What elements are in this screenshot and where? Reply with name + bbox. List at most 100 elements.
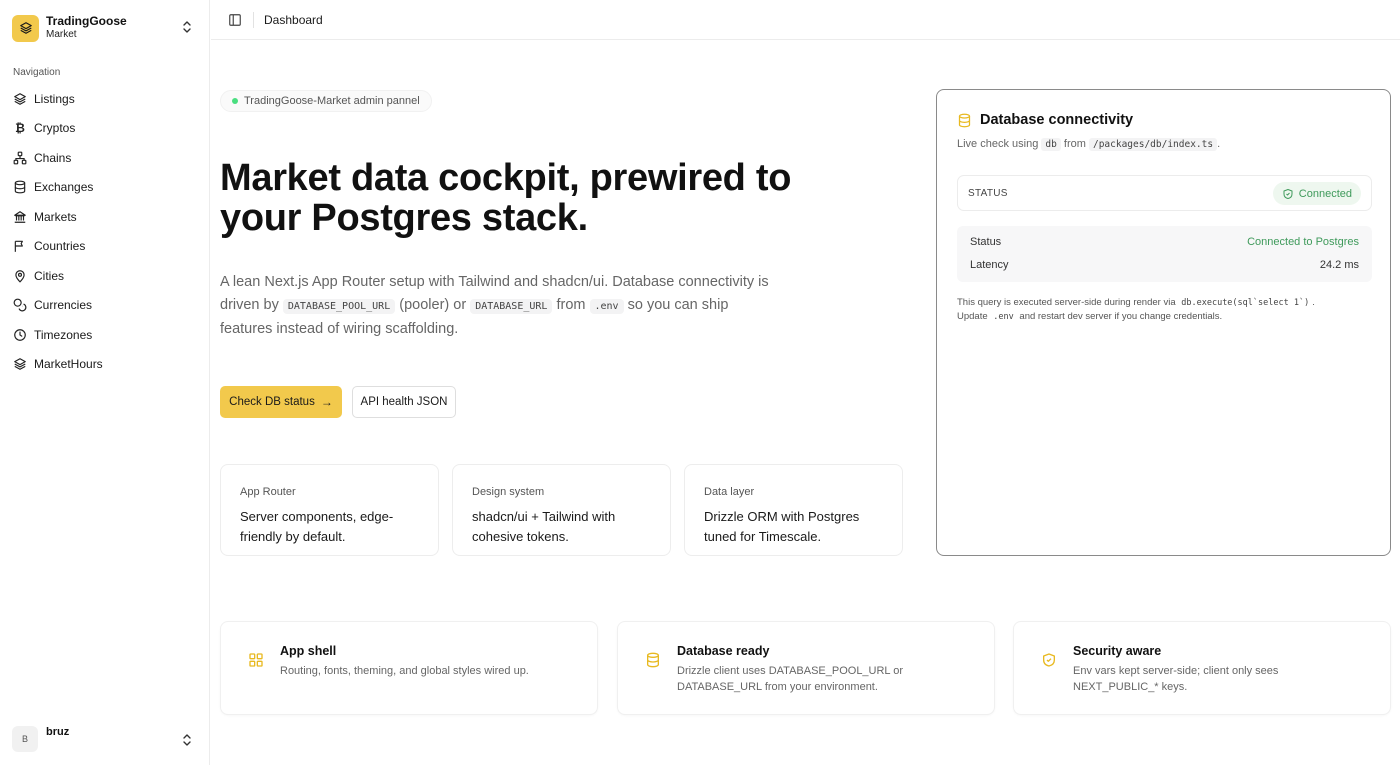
feature-text: Drizzle ORM with Postgres tuned for Time… [704,509,860,544]
user-name: bruz [46,726,70,738]
sidebar-item-markethours[interactable]: MarketHours [8,350,202,380]
info-value: 24.2 ms [1319,259,1359,271]
info-row: Latency 24.2 ms [970,259,1359,271]
sidebar: TradingGoose Market Navigation Listings … [0,0,210,765]
shield-check-icon [1043,653,1055,667]
db-card-title: Database connectivity [980,112,1134,128]
feature-card: Data layer Drizzle ORM with Postgres tun… [684,464,903,556]
feature-label: App Router [240,486,296,498]
grid-icon [249,653,263,667]
card-description: Routing, fonts, theming, and global styl… [280,665,529,677]
org-name: TradingGoose [46,14,127,28]
hero-desc-text: from [552,297,590,313]
db-card-subtitle: Live check using db from /packages/db/in… [957,138,1221,151]
code-database-pool-url: DATABASE_POOL_URL [282,299,396,314]
database-icon [958,113,971,127]
sidebar-item-currencies[interactable]: Currencies [8,291,202,321]
avatar: B [12,726,38,752]
sidebar-item-label: Currencies [34,298,93,313]
page-title: Market data cockpit, prewired to your Po… [220,157,792,239]
code-db-execute: db.execute(sql`select 1`) [1181,298,1310,308]
info-key: Latency [970,259,1009,271]
card-title: Security aware [1073,644,1162,658]
db-note-text: . [1312,297,1315,308]
sidebar-item-cities[interactable]: Cities [8,261,202,291]
sidebar-item-label: Countries [34,239,86,254]
db-note-text: and restart dev server if you change cre… [1016,311,1223,322]
feature-label: Data layer [704,486,755,498]
sidebar-item-label: Markets [34,209,77,224]
code-database-url: DATABASE_URL [470,299,553,314]
status-info-box: Status Connected to Postgres Latency 24.… [957,226,1372,282]
sidebar-item-label: Exchanges [34,180,94,195]
db-note: This query is executed server-side durin… [957,296,1377,324]
sidebar-item-exchanges[interactable]: Exchanges [8,173,202,203]
sidebar-item-cryptos[interactable]: ₿ Cryptos [8,114,202,144]
database-icon [13,180,27,194]
sidebar-item-label: Listings [34,91,75,106]
db-sub-text: . [1217,138,1221,150]
feature-card: Design system shadcn/ui + Tailwind with … [452,464,671,556]
check-db-status-button[interactable]: Check DB status → [220,386,342,418]
db-sub-text: from [1060,138,1089,150]
shield-check-icon [1283,188,1293,199]
feature-label: Design system [472,486,545,498]
org-switcher[interactable]: TradingGoose Market [12,12,198,44]
sidebar-item-label: Cryptos [34,121,76,136]
sidebar-item-markets[interactable]: Markets [8,202,202,232]
info-row: Status Connected to Postgres [970,236,1359,248]
network-icon [13,151,27,165]
security-aware-card: Security aware Env vars kept server-side… [1013,621,1391,715]
sidebar-item-label: Timezones [34,327,93,342]
db-connectivity-card: Database connectivity Live check using d… [936,89,1391,556]
sidebar-item-countries[interactable]: Countries [8,232,202,262]
sidebar-toggle-icon[interactable] [228,13,242,27]
landmark-icon [13,210,27,224]
sidebar-item-timezones[interactable]: Timezones [8,320,202,350]
nav-section-title: Navigation [13,67,61,78]
sidebar-item-listings[interactable]: Listings [8,84,202,114]
app-shell-card: App shell Routing, fonts, theming, and g… [220,621,598,715]
nav-list: Listings ₿ Cryptos Chains Exchanges Mark… [8,84,202,379]
feature-text: shadcn/ui + Tailwind with cohesive token… [472,509,616,544]
api-health-json-button[interactable]: API health JSON [352,386,456,418]
card-title: Database ready [677,644,770,658]
hero-description: A lean Next.js App Router setup with Tai… [220,271,780,341]
card-title: App shell [280,644,337,658]
feature-card: App Router Server components, edge-frien… [220,464,439,556]
code-db: db [1041,138,1061,151]
clock-icon [13,328,27,342]
db-note-text: Update [957,311,991,322]
flag-icon [13,239,27,253]
arrow-right-icon: → [320,395,333,409]
user-menu[interactable]: B bruz [12,725,198,753]
check-db-status-label: Check DB status [229,396,315,408]
admin-pill: TradingGoose-Market admin pannel [220,90,432,112]
card-description: Drizzle client uses DATABASE_POOL_URL or… [677,665,903,693]
breadcrumb[interactable]: Dashboard [264,13,323,27]
sidebar-item-label: Cities [34,268,65,283]
code-env: .env [993,312,1014,322]
chevrons-up-down-icon [183,734,191,746]
layers-icon [13,92,27,106]
status-dot [232,98,238,104]
status-badge: Connected [1272,182,1361,205]
sidebar-item-chains[interactable]: Chains [8,143,202,173]
card-description: Env vars kept server-side; client only s… [1073,665,1279,693]
database-ready-card: Database ready Drizzle client uses DATAB… [617,621,995,715]
layers-icon [13,357,27,371]
coins-icon [13,298,27,312]
bitcoin-icon: ₿ [15,121,25,136]
topbar-divider [253,11,254,28]
feature-text: Server components, edge-friendly by defa… [240,509,394,544]
info-value: Connected to Postgres [1247,236,1359,248]
status-row: STATUS Connected [957,175,1372,211]
status-key: STATUS [968,188,1008,199]
code-env: .env [589,299,624,314]
sidebar-item-label: Chains [34,150,72,165]
database-icon [647,652,659,668]
status-badge-text: Connected [1298,187,1352,200]
org-logo-icon [12,14,39,42]
org-subtitle: Market [46,29,77,40]
chevrons-up-down-icon [183,21,191,33]
